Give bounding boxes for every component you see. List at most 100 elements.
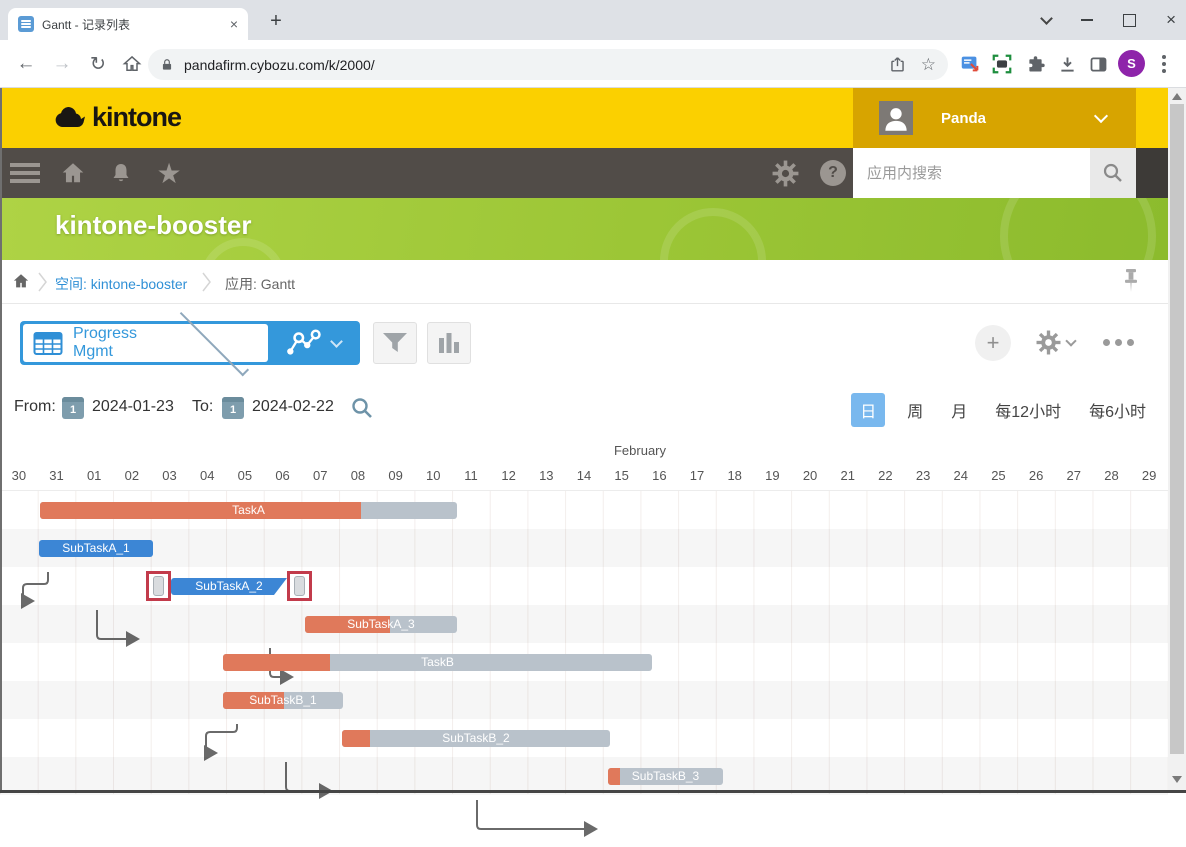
calendar-icon[interactable]: 1 xyxy=(222,397,244,419)
apply-search-icon[interactable] xyxy=(350,396,374,425)
more-options-button[interactable] xyxy=(1103,339,1134,346)
search-icon xyxy=(1101,161,1125,185)
download-icon[interactable] xyxy=(1055,52,1079,76)
bookmark-star-icon[interactable]: ☆ xyxy=(921,55,936,75)
day-header-cell: 19 xyxy=(754,468,792,483)
scrollbar-thumb[interactable] xyxy=(1170,104,1184,754)
bar-label: SubTaskB_1 xyxy=(223,692,343,709)
bar-label: SubTaskB_2 xyxy=(342,730,610,747)
browser-profile-avatar[interactable]: S xyxy=(1118,50,1145,77)
side-panel-icon[interactable] xyxy=(1086,52,1110,76)
scroll-up-icon[interactable] xyxy=(1172,93,1182,100)
from-date-value[interactable]: 2024-01-23 xyxy=(92,398,174,416)
decorative-ring xyxy=(1000,198,1156,260)
user-menu[interactable]: Panda xyxy=(853,88,1136,148)
pin-icon[interactable] xyxy=(1118,266,1144,303)
day-header-cell: 26 xyxy=(1017,468,1055,483)
day-header-cell: 25 xyxy=(980,468,1018,483)
day-header-cell: 13 xyxy=(527,468,565,483)
new-tab-button[interactable]: + xyxy=(262,8,290,36)
scroll-down-icon[interactable] xyxy=(1172,776,1182,783)
window-close-button[interactable]: × xyxy=(1166,10,1176,30)
browser-menu-icon[interactable] xyxy=(1156,52,1172,76)
user-avatar xyxy=(879,101,913,135)
kintone-cloud-icon xyxy=(52,104,88,132)
hamburger-menu-icon[interactable] xyxy=(10,163,40,183)
browser-tab[interactable]: Gantt - 记录列表 × xyxy=(8,8,248,40)
window-left-edge xyxy=(0,88,2,793)
lock-icon xyxy=(160,57,174,73)
capture-extension-icon[interactable] xyxy=(958,52,982,76)
day-header-cell: 12 xyxy=(490,468,528,483)
gantt-bar-TaskA[interactable]: TaskA xyxy=(40,502,457,519)
gantt-bar-SubTaskA_3[interactable]: SubTaskA_3 xyxy=(305,616,457,633)
space-title[interactable]: kintone-booster xyxy=(55,210,251,241)
timescale-option[interactable]: 每12小时 xyxy=(989,393,1067,427)
gantt-bar-SubTaskB_2[interactable]: SubTaskB_2 xyxy=(342,730,610,747)
breadcrumb-separator-icon xyxy=(202,272,212,292)
chevron-down-icon xyxy=(330,335,343,348)
portal-home-icon[interactable] xyxy=(58,148,88,198)
dependency-connector xyxy=(477,800,596,829)
address-bar[interactable]: pandafirm.cybozu.com/k/2000/ ☆ xyxy=(148,49,948,80)
timescale-option[interactable]: 日 xyxy=(851,393,885,427)
gantt-bar-TaskB[interactable]: TaskB xyxy=(223,654,652,671)
day-header-cell: 22 xyxy=(867,468,905,483)
timescale-option[interactable]: 每6小时 xyxy=(1083,393,1152,427)
app-search-input[interactable] xyxy=(853,148,1090,198)
decorative-ring xyxy=(200,238,286,260)
page-scrollbar[interactable] xyxy=(1168,88,1186,793)
tab-close-icon[interactable]: × xyxy=(230,16,238,32)
favorites-star-icon[interactable]: ★ xyxy=(152,148,186,198)
notifications-bell-icon[interactable] xyxy=(106,148,136,198)
filter-button[interactable] xyxy=(373,322,417,364)
bar-label: TaskB xyxy=(223,654,652,671)
gantt-bar-SubTaskA_2[interactable]: SubTaskA_2 xyxy=(171,578,287,595)
app-settings-button[interactable] xyxy=(1036,330,1075,355)
timescale-option[interactable]: 月 xyxy=(945,393,973,427)
gantt-bar-SubTaskB_1[interactable]: SubTaskB_1 xyxy=(223,692,343,709)
global-toolbar: ★ ? xyxy=(0,148,1168,198)
forward-icon: → xyxy=(46,40,78,88)
chevron-down-icon xyxy=(1065,335,1076,346)
resize-handle-highlight[interactable] xyxy=(287,571,312,601)
drag-grip-icon[interactable] xyxy=(294,576,305,596)
url-text[interactable]: pandafirm.cybozu.com/k/2000/ xyxy=(184,57,888,73)
timescale-option[interactable]: 周 xyxy=(901,393,929,427)
day-header-cell: 08 xyxy=(339,468,377,483)
graph-view-toggle[interactable] xyxy=(268,324,357,362)
search-button[interactable] xyxy=(1090,148,1136,198)
day-header-cell: 21 xyxy=(829,468,867,483)
window-maximize-button[interactable] xyxy=(1123,14,1136,27)
breadcrumb-space-link[interactable]: 空间: kintone-booster xyxy=(55,274,187,294)
tab-title: Gantt - 记录列表 xyxy=(42,16,224,33)
bar-chart-icon xyxy=(436,330,462,356)
settings-gear-icon[interactable] xyxy=(770,148,800,198)
gantt-bar-SubTaskA_1[interactable]: SubTaskA_1 xyxy=(39,540,153,557)
browser-home-icon[interactable] xyxy=(116,40,148,88)
add-record-button[interactable]: + xyxy=(975,325,1011,361)
reload-icon[interactable]: ↻ xyxy=(82,40,114,88)
gantt-bar-SubTaskB_3[interactable]: SubTaskB_3 xyxy=(608,768,723,785)
tab-search-chevron-icon[interactable] xyxy=(1040,12,1053,25)
day-header-cell: 15 xyxy=(603,468,641,483)
help-icon[interactable]: ? xyxy=(818,148,848,198)
kintone-logo[interactable]: kintone xyxy=(52,102,181,133)
drag-grip-icon[interactable] xyxy=(153,576,164,596)
extensions-puzzle-icon[interactable] xyxy=(1023,52,1047,76)
breadcrumb-home-icon[interactable] xyxy=(12,272,30,295)
day-header-cell: 29 xyxy=(1130,468,1168,483)
day-header-cell: 05 xyxy=(226,468,264,483)
to-date-value[interactable]: 2024-02-22 xyxy=(252,398,334,416)
share-icon[interactable] xyxy=(888,55,907,74)
calendar-icon[interactable]: 1 xyxy=(62,397,84,419)
chart-button[interactable] xyxy=(427,322,471,364)
fullscreen-extension-icon[interactable] xyxy=(990,52,1014,76)
resize-handle-highlight[interactable] xyxy=(146,571,171,601)
day-header-cell: 16 xyxy=(641,468,679,483)
day-header-cell: 14 xyxy=(565,468,603,483)
back-icon[interactable]: ← xyxy=(10,40,42,88)
view-select[interactable]: Progress Mgmt xyxy=(23,324,268,362)
window-minimize-button[interactable] xyxy=(1081,19,1093,21)
date-range-bar: From: 1 2024-01-23 To: 1 2024-02-22 日周月每… xyxy=(0,388,1168,430)
